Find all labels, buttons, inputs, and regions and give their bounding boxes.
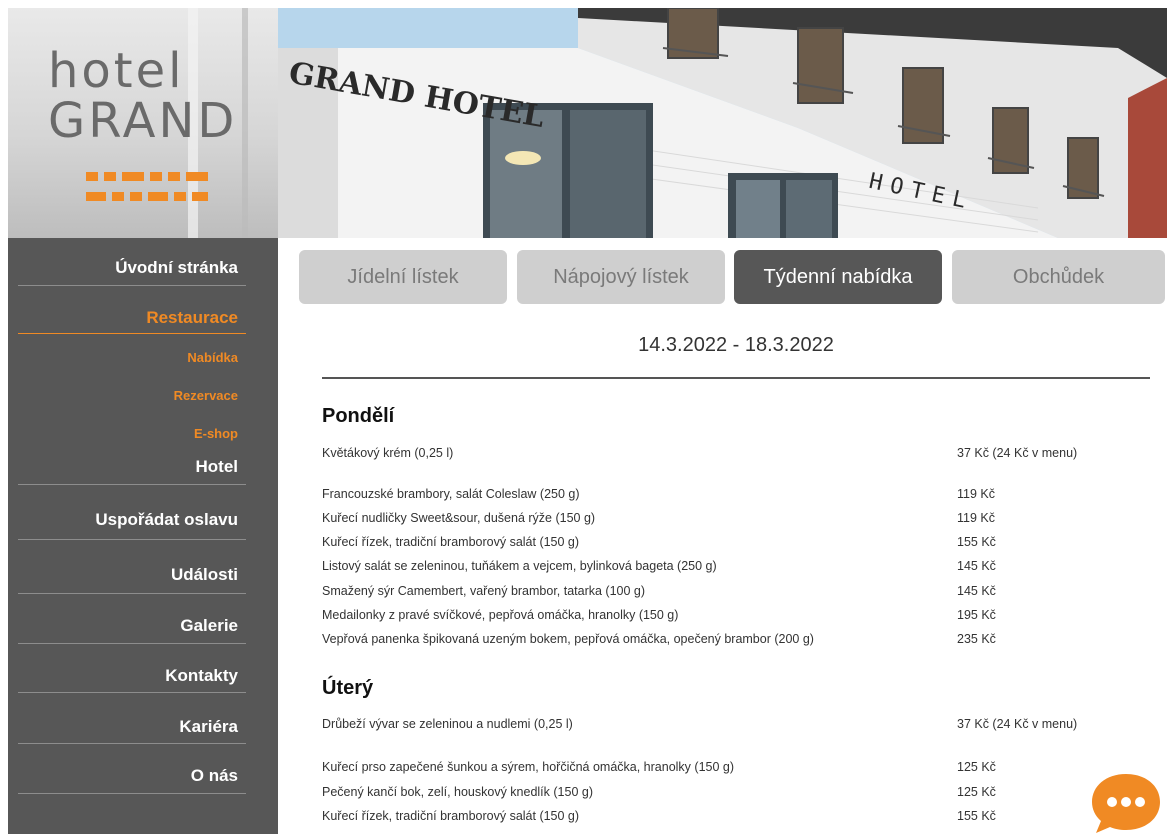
tab-napojovy-listek[interactable]: Nápojový lístek bbox=[517, 250, 725, 304]
header-banner: hotel GRAND GRAND HOTEL HOTEL bbox=[0, 0, 1167, 238]
meal-price: 119 Kč bbox=[957, 487, 995, 501]
nav-udalosti[interactable]: Události bbox=[18, 565, 246, 594]
tab-jidelni-listek[interactable]: Jídelní lístek bbox=[299, 250, 507, 304]
logo[interactable]: hotel GRAND bbox=[8, 8, 278, 238]
week-date-range: 14.3.2022 - 18.3.2022 bbox=[638, 334, 834, 356]
meal-name: Francouzské brambory, salát Coleslaw (25… bbox=[322, 487, 580, 501]
soup-price: 37 Kč (24 Kč v menu) bbox=[957, 446, 1078, 460]
logo-pattern-icon bbox=[86, 172, 208, 201]
nav-galerie[interactable]: Galerie bbox=[18, 616, 246, 644]
nav-uvodni-stranka[interactable]: Úvodní stránka bbox=[18, 258, 246, 286]
meal-price: 235 Kč bbox=[957, 632, 996, 646]
nav-kontakty[interactable]: Kontakty bbox=[18, 666, 246, 693]
tab-tydenni-nabidka[interactable]: Týdenní nabídka bbox=[734, 250, 942, 304]
meal-name: Kuřecí řízek, tradiční bramborový salát … bbox=[322, 535, 580, 549]
meal-price: 125 Kč bbox=[957, 785, 996, 799]
nav-sub-nabidka[interactable]: Nabídka bbox=[18, 350, 246, 365]
soup-price: 37 Kč (24 Kč v menu) bbox=[957, 717, 1078, 731]
meal-price: 145 Kč bbox=[957, 559, 996, 573]
day-heading-utery: Úterý bbox=[322, 677, 374, 699]
meal-name: Pečený kančí bok, zelí, houskový knedlík… bbox=[322, 785, 593, 799]
meal-name: Kuřecí nudličky Sweet&sour, dušená rýže … bbox=[322, 511, 596, 525]
nav-sub-e-shop[interactable]: E-shop bbox=[18, 426, 246, 441]
nav-restaurace[interactable]: Restaurace bbox=[18, 308, 246, 334]
tab-obchudek[interactable]: Obchůdek bbox=[952, 250, 1165, 304]
meal-price: 155 Kč bbox=[957, 809, 996, 823]
logo-line-grand: GRAND bbox=[48, 93, 238, 149]
meal-name: Medailonky z pravé svíčkové, pepřová omá… bbox=[322, 608, 679, 622]
meal-price: 145 Kč bbox=[957, 584, 996, 598]
hotel-facade-photo: GRAND HOTEL HOTEL bbox=[278, 8, 1167, 238]
meal-name: Smažený sýr Camembert, vařený brambor, t… bbox=[322, 584, 646, 598]
nav-o-nas[interactable]: O nás bbox=[18, 766, 246, 794]
divider bbox=[322, 377, 1150, 379]
nav-sub-rezervace[interactable]: Rezervace bbox=[18, 388, 246, 403]
meal-price: 195 Kč bbox=[957, 608, 996, 622]
soup-name: Květákový krém (0,25 l) bbox=[322, 446, 454, 460]
chat-bubble-icon[interactable] bbox=[1090, 770, 1162, 834]
nav-usporadat-oslavu[interactable]: Uspořádat oslavu bbox=[18, 510, 246, 540]
day-heading-pondeli: Pondělí bbox=[322, 405, 395, 427]
meal-name: Kuřecí prso zapečené šunkou a sýrem, hoř… bbox=[322, 760, 735, 774]
meal-name: Vepřová panenka špikovaná uzeným bokem, … bbox=[322, 632, 814, 646]
meal-price: 125 Kč bbox=[957, 760, 996, 774]
nav-kariera[interactable]: Kariéra bbox=[18, 717, 246, 744]
logo-text: hotel GRAND bbox=[48, 46, 237, 146]
logo-line-hotel: hotel bbox=[48, 43, 185, 99]
meal-price: 155 Kč bbox=[957, 535, 996, 549]
meal-name: Kuřecí řízek, tradiční bramborový salát … bbox=[322, 809, 580, 823]
meal-name: Listový salát se zeleninou, tuňákem a ve… bbox=[322, 559, 717, 573]
nav-hotel[interactable]: Hotel bbox=[18, 457, 246, 485]
soup-name: Drůbeží vývar se zeleninou a nudlemi (0,… bbox=[322, 717, 573, 731]
meal-price: 119 Kč bbox=[957, 511, 995, 525]
